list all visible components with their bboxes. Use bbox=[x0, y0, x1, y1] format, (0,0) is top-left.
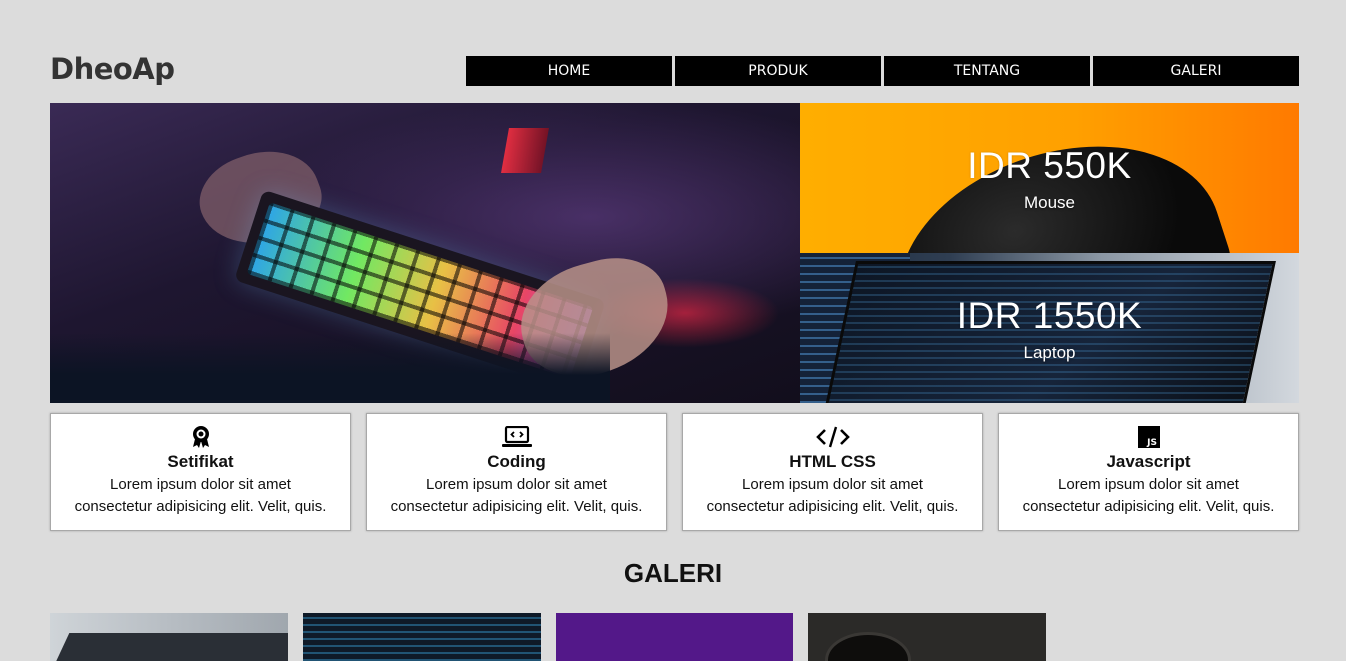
promo-laptop[interactable]: IDR 1550K Laptop bbox=[800, 253, 1299, 403]
gallery-image-purple[interactable] bbox=[556, 613, 793, 661]
gallery-image-laptop[interactable] bbox=[50, 613, 288, 661]
award-icon bbox=[51, 424, 350, 450]
promo-mouse[interactable]: IDR 550K Mouse bbox=[800, 103, 1299, 253]
feature-desc-line1: Lorem ipsum dolor sit amet bbox=[742, 476, 923, 493]
hero-red-light bbox=[501, 128, 549, 173]
features-row: Setifikat Lorem ipsum dolor sit amet con… bbox=[50, 413, 1299, 531]
feature-card-javascript: JS Javascript Lorem ipsum dolor sit amet… bbox=[998, 413, 1299, 531]
brand-logo[interactable]: DheoAp bbox=[50, 52, 175, 86]
feature-desc: Lorem ipsum dolor sit amet consectetur a… bbox=[683, 474, 982, 518]
nav-produk[interactable]: PRODUK bbox=[675, 56, 881, 86]
feature-title: Setifikat bbox=[167, 452, 234, 471]
feature-title: Javascript bbox=[1106, 452, 1191, 471]
hero-sleeve bbox=[50, 333, 610, 403]
nav-tentang[interactable]: TENTANG bbox=[884, 56, 1090, 86]
feature-card-coding: Coding Lorem ipsum dolor sit amet consec… bbox=[366, 413, 667, 531]
promo-price: IDR 550K bbox=[967, 145, 1132, 186]
gallery-image-coffee[interactable] bbox=[808, 613, 1046, 661]
promo-price: IDR 1550K bbox=[956, 295, 1143, 336]
gallery-grid bbox=[50, 613, 1050, 661]
hero-keyboard-image bbox=[50, 103, 800, 403]
gallery-title: GALERI bbox=[623, 558, 723, 588]
nav-home[interactable]: HOME bbox=[466, 56, 672, 86]
feature-card-html-css: HTML CSS Lorem ipsum dolor sit amet cons… bbox=[682, 413, 983, 531]
feature-desc: Lorem ipsum dolor sit amet consectetur a… bbox=[999, 474, 1298, 518]
feature-title: Coding bbox=[487, 452, 546, 471]
header: DheoAp HOME PRODUK TENTANG GALERI bbox=[50, 52, 1299, 86]
feature-desc-line2: consectetur adipisicing elit. Velit, qui… bbox=[74, 498, 327, 515]
hero-section: IDR 550K Mouse IDR 1550K Laptop bbox=[50, 103, 1299, 403]
feature-desc-line2: consectetur adipisicing elit. Velit, qui… bbox=[1022, 498, 1275, 515]
promo-label: Mouse bbox=[1023, 193, 1076, 212]
feature-desc: Lorem ipsum dolor sit amet consectetur a… bbox=[51, 474, 350, 518]
js-icon: JS bbox=[999, 424, 1298, 450]
gallery-image-code[interactable] bbox=[303, 613, 541, 661]
feature-desc-line2: consectetur adipisicing elit. Velit, qui… bbox=[390, 498, 643, 515]
code-icon bbox=[683, 424, 982, 450]
feature-desc-line1: Lorem ipsum dolor sit amet bbox=[426, 476, 607, 493]
feature-desc: Lorem ipsum dolor sit amet consectetur a… bbox=[367, 474, 666, 518]
main-nav: HOME PRODUK TENTANG GALERI bbox=[466, 56, 1299, 86]
laptop-code-icon bbox=[367, 424, 666, 450]
promo-label: Laptop bbox=[1023, 343, 1076, 362]
feature-title: HTML CSS bbox=[789, 452, 876, 471]
nav-galeri[interactable]: GALERI bbox=[1093, 56, 1299, 86]
feature-desc-line1: Lorem ipsum dolor sit amet bbox=[1058, 476, 1239, 493]
feature-card-setifikat: Setifikat Lorem ipsum dolor sit amet con… bbox=[50, 413, 351, 531]
feature-desc-line1: Lorem ipsum dolor sit amet bbox=[110, 476, 291, 493]
svg-text:JS: JS bbox=[1146, 438, 1157, 448]
feature-desc-line2: consectetur adipisicing elit. Velit, qui… bbox=[706, 498, 959, 515]
